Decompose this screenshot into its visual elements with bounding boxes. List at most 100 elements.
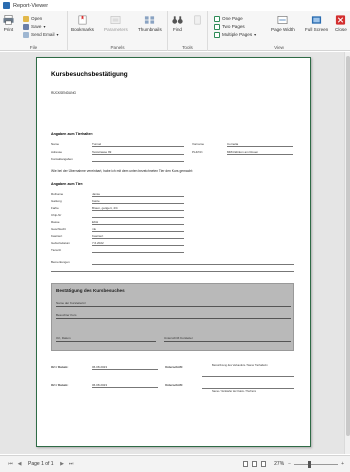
course-leader-label: Name der Kursleiterin/ [56, 301, 86, 305]
course-visited-label: Besuchter Kurs [56, 313, 77, 317]
field-line [56, 318, 291, 319]
parameters-button[interactable]: Parameters [104, 15, 128, 32]
bookmarks-button[interactable]: Bookmarks [71, 15, 94, 32]
previous-page-icon[interactable]: ◀ [15, 461, 24, 467]
zoom-in-icon[interactable]: + [341, 461, 344, 467]
single-page-view-icon[interactable] [243, 461, 249, 467]
field-line [92, 224, 184, 225]
field-line [51, 271, 294, 272]
vertical-scrollbar[interactable] [344, 52, 350, 454]
two-pages-button[interactable]: Two Pages [214, 23, 245, 30]
multiple-pages-button[interactable]: Multiple Pages ▾ [214, 31, 256, 38]
two-pages-icon [214, 23, 220, 30]
full-screen-icon [312, 16, 322, 24]
field-line [227, 146, 293, 147]
owner-name-label: Name [51, 142, 60, 146]
page-width-icon [278, 16, 288, 24]
sig-note: Bezeichnung des Verkaufers / Name Tierha… [212, 364, 268, 367]
report-page: Kursbesuchsbestätigung RÜCKSENDUNG Angab… [36, 57, 311, 447]
field-line [92, 369, 158, 370]
save-button[interactable]: Save ▾ [23, 23, 46, 30]
course-signature-label: Unterschrift Kursleiter [164, 336, 193, 340]
field-line [56, 306, 291, 307]
owner-contact-label: Kontaktangaben [51, 157, 73, 161]
sig-note: Name / Verkäufer der Katze / Tierheim [212, 390, 257, 393]
field-line [92, 238, 184, 239]
chevron-down-icon: ▾ [56, 32, 59, 37]
thumbnails-button[interactable]: Thumbnails [138, 15, 162, 32]
one-page-button[interactable]: One Page [214, 15, 243, 22]
double-page-view-icon[interactable] [252, 461, 258, 467]
sig-place-date-label: Ort / Datum: [51, 383, 69, 387]
close-button[interactable]: Close [335, 15, 347, 32]
multiple-pages-icon [214, 31, 220, 38]
confirmation-title: Bestätigung des Kursbesuches [56, 288, 125, 293]
owner-address-label: Adresse [51, 150, 63, 154]
animal-label: Bemerkungen [51, 260, 70, 264]
animal-label: Geburtsdatum [51, 241, 71, 245]
last-page-icon[interactable]: ⏭ [67, 461, 76, 467]
print-button[interactable]: Print [3, 15, 14, 32]
chevron-down-icon: ▾ [43, 24, 46, 29]
scrollbar-thumb[interactable] [346, 56, 350, 436]
tools-group: Find Tools [168, 11, 208, 51]
field-line [92, 154, 184, 155]
field-line [92, 217, 184, 218]
owner-section-heading: Angaben zum Tierhalter: [51, 132, 94, 136]
file-group: Print Open Save ▾ Send Email ▾ File [0, 11, 68, 51]
confirmation-box: Bestätigung des Kursbesuches Name der Ku… [51, 283, 294, 351]
document-subtitle: RÜCKSENDUNG [51, 91, 76, 95]
owner-firstname-label: Vorname [192, 142, 205, 146]
field-line [92, 387, 158, 388]
panels-group: Bookmarks Parameters Thumbnails Panels [68, 11, 168, 51]
zoom-slider[interactable] [294, 460, 339, 468]
field-line [92, 252, 184, 253]
page-width-button[interactable]: Page Width [271, 15, 295, 32]
sig-signature-label: Unterschrift: [165, 365, 184, 369]
first-page-icon[interactable]: ⏮ [6, 461, 15, 467]
animal-label: Rufname [51, 192, 64, 196]
signature-line [202, 376, 294, 377]
tools-group-label: Tools [182, 45, 193, 50]
animal-label: Rasse [51, 220, 60, 224]
field-line [92, 203, 184, 204]
next-page-icon[interactable]: ▶ [58, 461, 67, 467]
email-icon [23, 31, 29, 38]
field-line [92, 231, 184, 232]
animal-label: Chip-Nr [51, 213, 62, 217]
document-icon [194, 15, 201, 25]
field-line [164, 341, 291, 342]
thumbnails-icon [145, 16, 155, 24]
zoom-slider-thumb[interactable] [308, 460, 312, 468]
panels-group-label: Panels [110, 45, 125, 50]
field-line [92, 245, 184, 246]
status-bar: ⏮ ◀ Page 1 of 1 ▶ ⏭ 27% − + [0, 455, 350, 472]
view-group-label: View [274, 45, 284, 50]
parameters-icon [111, 16, 121, 24]
send-email-button[interactable]: Send Email ▾ [23, 31, 59, 38]
app-icon [3, 2, 10, 9]
statement-text: Wie bei der Übernahme vereinbart, habe i… [51, 169, 194, 173]
chevron-down-icon: ▾ [254, 32, 257, 37]
animal-label: Farbe [51, 206, 59, 210]
document-title: Kursbesuchsbestätigung [51, 71, 128, 78]
zoom-level: 27% [274, 461, 285, 467]
field-line [56, 341, 156, 342]
animal-label: Kastriert [51, 234, 63, 238]
open-button[interactable]: Open [23, 15, 42, 22]
find-button[interactable]: Find [172, 15, 183, 32]
view-group: One Page Two Pages Multiple Pages ▾ Page… [208, 11, 350, 51]
tools-more-button[interactable] [192, 15, 203, 27]
zoom-out-icon[interactable]: − [288, 461, 291, 467]
full-screen-button[interactable]: Full Screen [305, 15, 328, 32]
animal-label: Geschlecht [51, 227, 67, 231]
sig-signature-label: Unterschrift: [165, 383, 184, 387]
multi-page-view-icon[interactable] [261, 461, 267, 467]
close-icon [336, 15, 346, 25]
save-icon [23, 23, 29, 30]
field-line [92, 210, 184, 211]
field-line [92, 264, 294, 265]
binoculars-icon [172, 16, 183, 24]
title-bar: Report-Viewer [0, 0, 350, 11]
field-line [92, 161, 184, 162]
